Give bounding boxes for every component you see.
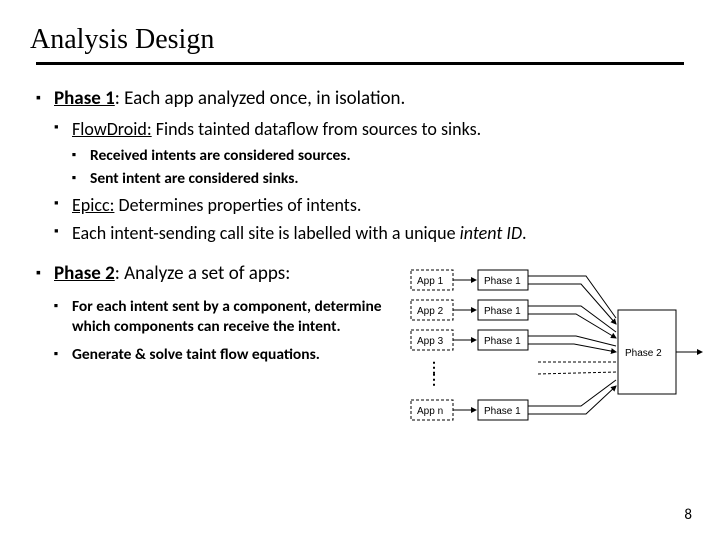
p1-post: the intent. [269,317,340,336]
app2-label: App 2 [417,306,444,317]
pipeline-diagram: App 1 App 2 App 3 ⋮ ⋮ App n [406,262,706,458]
phase1-sublist: FlowDroid: Finds tainted dataflow from s… [54,118,684,244]
flowdroid-sublist: Received intents are considered sources.… [72,146,684,188]
slide: Analysis Design Phase 1: Each app analyz… [0,0,720,540]
intentid-post: . [522,222,527,244]
page-number: 8 [684,506,692,524]
epicc-rest: Determines properties of intents. [114,194,361,216]
p2-lbl: Phase 2 [625,348,662,359]
app1-label: App 1 [417,276,444,287]
phase1-head-rest: : Each app analyzed once, in isolation. [115,87,406,110]
slide-title: Analysis Design [30,24,684,56]
phase2-head-rest: : Analyze a set of apps: [115,262,291,285]
phase2-block: Phase 2: Analyze a set of apps: For each… [54,262,684,458]
app3-label: App 3 [417,336,444,347]
intentid-em: intent ID [460,222,522,244]
p1-lbl-1: Phase 1 [484,276,521,287]
content-list: Phase 1: Each app analyzed once, in isol… [36,87,684,458]
p1-b2: receive [223,317,269,336]
flowdroid-rest: Finds tainted dataflow from sources to s… [152,118,482,140]
phase1-head-bold: Phase 1 [54,87,115,110]
fd-sub2: Sent intent are considered sinks. [72,169,684,188]
phase2-p2: Generate & solve taint flow equations. [54,345,394,364]
phase1-item: Phase 1: Each app analyzed once, in isol… [36,87,684,244]
title-rule [36,62,684,65]
phase2-sublist: For each intent sent by a component, det… [54,297,394,364]
app-ellipsis2: ⋮ [427,371,441,387]
appn-label: App n [417,406,443,417]
p1-lbl-3: Phase 1 [484,336,521,347]
phase2-text: Phase 2: Analyze a set of apps: For each… [54,262,394,368]
diagram-svg: App 1 App 2 App 3 ⋮ ⋮ App n [406,262,706,452]
p1-b1: sent [172,297,200,316]
flowdroid-label: FlowDroid: [72,118,152,140]
intentid-item: Each intent-sending call site is labelle… [54,222,684,244]
p1-pre: For each intent [72,297,172,316]
flowdroid-item: FlowDroid: Finds tainted dataflow from s… [54,118,684,188]
intentid-pre: Each intent-sending call site is labelle… [72,222,460,244]
epicc-label: Epicc: [72,194,114,216]
fd-sub1: Received intents are considered sources. [72,146,684,165]
p1-lbl-n: Phase 1 [484,406,521,417]
epicc-item: Epicc: Determines properties of intents. [54,194,684,216]
phase2-p1: For each intent sent by a component, det… [54,297,394,337]
phase2-head-bold: Phase 2 [54,262,115,285]
p1-lbl-2: Phase 1 [484,306,521,317]
phase2-item: Phase 2: Analyze a set of apps: For each… [36,262,684,458]
